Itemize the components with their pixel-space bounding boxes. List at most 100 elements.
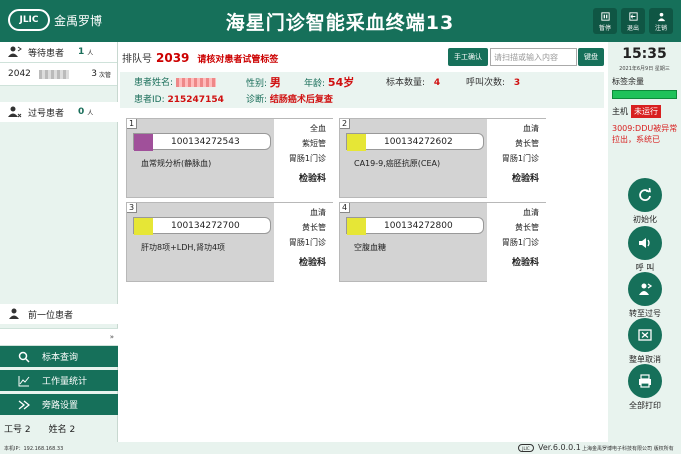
- queue-header: 排队号 2039 请核对患者试管标签: [122, 50, 278, 65]
- sample-count-value: 4: [433, 78, 441, 88]
- patient-id-label: 患者ID:: [134, 95, 165, 105]
- missed-label: 过号患者: [28, 108, 65, 119]
- call-button[interactable]: 呼 叫: [625, 226, 665, 273]
- pause-label: 暂停: [598, 24, 611, 32]
- transfer-missed-button[interactable]: 转至过号: [625, 272, 665, 319]
- print-all-button[interactable]: 全部打印: [625, 364, 665, 411]
- clinic-name: 胃肠1门诊: [288, 154, 326, 163]
- cancel-circle[interactable]: [628, 318, 662, 352]
- clock-date: 2021年6月9日 星期三: [619, 66, 670, 72]
- queue-tube-unit: 次管: [98, 71, 111, 79]
- clock-time: 15:35: [622, 46, 667, 62]
- keyboard-button[interactable]: 键盘: [578, 48, 604, 66]
- bypass-icon: [18, 399, 30, 410]
- logout-icon: [657, 12, 665, 21]
- sample-count-label: 标本数量:: [386, 78, 426, 88]
- label-remaining-label: 标签余量: [612, 77, 644, 86]
- previous-patient-section: 前一位患者 »: [0, 304, 118, 346]
- test-name: 血常规分析(静脉血): [141, 159, 212, 168]
- card-index: 2: [340, 119, 350, 129]
- exit-button[interactable]: 退出: [621, 8, 645, 34]
- worker-number: 工号 2: [4, 425, 31, 435]
- missed-unit: 人: [87, 109, 94, 117]
- sample-type: 血清: [523, 124, 539, 133]
- tube-type: 紫短管: [302, 139, 326, 148]
- bypass-settings-button[interactable]: 旁路设置: [0, 394, 118, 415]
- patient-id-field: 患者ID: 215247154: [134, 92, 224, 105]
- speaker-icon: [639, 238, 650, 248]
- diagnosis-value: 结肠癌术后复查: [269, 95, 333, 105]
- footer-logo: JLIC: [518, 444, 534, 452]
- sample-count-field: 标本数量: 4: [386, 75, 440, 88]
- top-buttons: 暂停 退出 注销: [593, 8, 673, 34]
- transfer-icon: [639, 283, 653, 295]
- sample-type: 全血: [310, 124, 326, 133]
- diagnosis-label: 诊断:: [246, 95, 268, 105]
- missed-header: 过号患者 0 人: [0, 102, 118, 122]
- waiting-unit: 人: [87, 49, 94, 57]
- dept-name: 检验科: [298, 174, 326, 184]
- gender-label: 性别:: [246, 79, 268, 89]
- dept-name: 检验科: [298, 258, 326, 268]
- initialize-circle[interactable]: [628, 178, 662, 212]
- sample-type: 血清: [310, 208, 326, 217]
- manual-confirm-button[interactable]: 手工确认: [448, 48, 488, 66]
- tube-type: 黄长管: [515, 223, 539, 232]
- double-chevron-icon[interactable]: »: [110, 333, 114, 341]
- worker-info: 工号 2 姓名 2: [4, 422, 75, 435]
- sample-query-label: 标本查询: [42, 353, 79, 363]
- age-value: 54岁: [327, 76, 355, 89]
- dept-name: 检验科: [511, 174, 539, 184]
- search-icon: [18, 351, 30, 363]
- sample-card[interactable]: 2 100134272602 CA19-9,癌胚抗原(CEA) 血清 黄长管 胃…: [339, 118, 547, 199]
- app-logo: JLIC 金禹罗博: [8, 9, 102, 31]
- waiting-patients-icon: [8, 46, 22, 57]
- sample-card[interactable]: 1 100134272543 血常规分析(静脉血) 全血 紫短管 胃肠1门诊 检…: [126, 118, 334, 199]
- transfer-circle[interactable]: [628, 272, 662, 306]
- workload-stats-button[interactable]: 工作量统计: [0, 370, 118, 391]
- pause-button[interactable]: 暂停: [593, 8, 617, 34]
- tube-info: 血清 黄长管 胃肠1门诊 检验科: [487, 119, 547, 199]
- cancel-order-button[interactable]: 整单取消: [625, 318, 665, 365]
- scan-input[interactable]: [490, 48, 577, 66]
- barcode-number: 100134272700: [171, 221, 240, 231]
- main-panel: 排队号 2039 请核对患者试管标签 手工确认 键盘 患者姓名: 性别: 男 年…: [120, 42, 606, 442]
- bypass-settings-label: 旁路设置: [42, 401, 79, 411]
- workload-stats-label: 工作量统计: [42, 377, 88, 387]
- tube-info: 血清 黄长管 胃肠1门诊 检验科: [487, 203, 547, 283]
- version: Ver.6.0.0.1: [538, 443, 581, 452]
- host-status-badge: 未运行: [631, 105, 661, 118]
- waiting-count: 1: [78, 47, 85, 57]
- clinic-name: 胃肠1门诊: [288, 238, 326, 247]
- right-sidebar: 15:35 2021年6月9日 星期三 标签余量 主机 未运行 3009:DDU…: [608, 42, 681, 442]
- refresh-icon: [639, 187, 651, 201]
- initialize-button[interactable]: 初始化: [625, 178, 665, 225]
- waiting-header: 等待患者 1 人: [0, 42, 117, 62]
- sample-card[interactable]: 4 100134272800 空腹血糖 血清 黄长管 胃肠1门诊 检验科: [339, 202, 547, 283]
- diagnosis-field: 诊断: 结肠癌术后复查: [246, 92, 333, 105]
- patient-info: 患者姓名: 性别: 男 年龄: 54岁 标本数量: 4 呼叫次数: 3 患者ID…: [120, 72, 604, 108]
- waiting-label: 等待患者: [28, 48, 65, 59]
- test-name: 肝功8项+LDH,肾功4项: [141, 243, 226, 252]
- barcode-number: 100134272800: [384, 221, 453, 231]
- queue-number: 2042: [8, 69, 31, 79]
- sample-card[interactable]: 3 100134272700 肝功8项+LDH,肾功4项 血清 黄长管 胃肠1门…: [126, 202, 334, 283]
- patient-name-label: 患者姓名:: [134, 78, 174, 88]
- blurred-patient-name: [175, 78, 216, 87]
- logout-button[interactable]: 注销: [649, 8, 673, 34]
- tube-type: 黄长管: [515, 139, 539, 148]
- call-circle[interactable]: [628, 226, 662, 260]
- previous-patient-box[interactable]: »: [0, 328, 118, 346]
- chart-icon: [18, 375, 30, 386]
- queue-number: 2039: [156, 51, 190, 65]
- sample-query-button[interactable]: 标本查询: [0, 346, 118, 367]
- test-name: 空腹血糖: [354, 243, 386, 252]
- missed-count: 0: [78, 107, 85, 117]
- logo-mark: JLIC: [8, 9, 50, 31]
- print-circle[interactable]: [628, 364, 662, 398]
- pause-icon: [600, 11, 610, 21]
- cancel-icon: [638, 329, 652, 341]
- card-index: 1: [127, 119, 137, 129]
- call-count-label: 呼叫次数:: [466, 78, 506, 88]
- queue-item[interactable]: 2042 3 次管: [0, 62, 117, 86]
